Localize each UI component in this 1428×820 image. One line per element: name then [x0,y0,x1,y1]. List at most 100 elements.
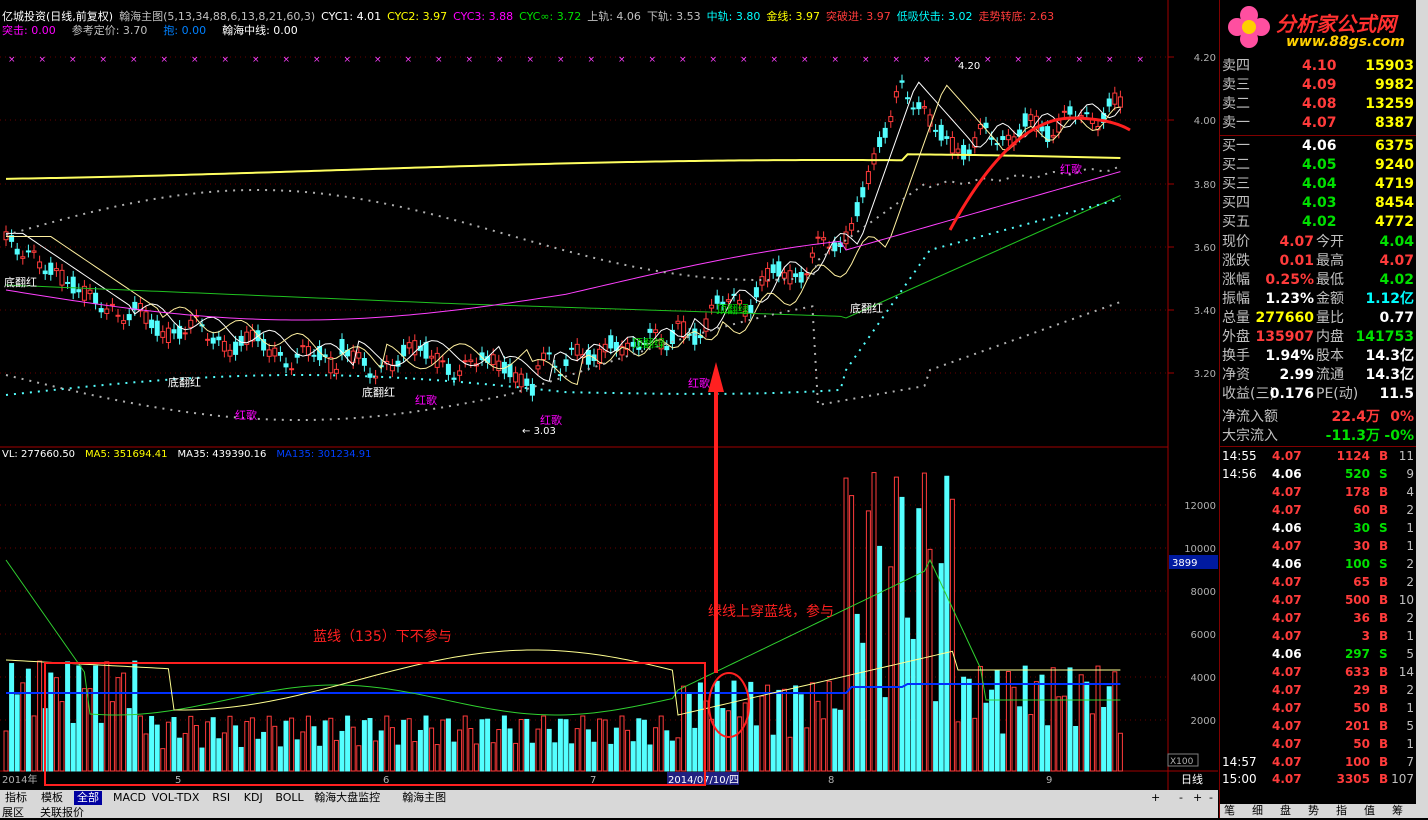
tick-row: 4.07 50 B 1 [1220,735,1416,753]
volume-bar [468,727,474,772]
tick-row: 4.07 65 B 2 [1220,573,1416,591]
book-volume: 8454 [1375,195,1414,211]
volume-bar [832,708,838,772]
candle-body [1050,134,1056,138]
signal-x-marker: × [588,55,596,65]
tick-price: 4.07 [1272,701,1302,715]
bottom-tab[interactable]: 指 [1336,804,1347,818]
volume-bar [983,702,989,772]
candle-body [1000,136,1006,140]
volume-bar [485,718,491,772]
tab-8[interactable]: 翰海大盘监控 [311,791,383,805]
book-label: 买二 [1222,157,1250,173]
bottom-tab[interactable]: 盘 [1280,804,1291,818]
quote-label: 换手 [1222,348,1250,364]
tab-6[interactable]: KDJ [241,791,266,805]
status-bar: 展区 关联报价 [0,806,1218,819]
tick-row: 14:55 4.07 1124 B 11 [1220,447,1416,465]
volume-bar [921,472,927,772]
volume-bar [14,694,20,772]
volume-bar [53,677,59,772]
book-price: 4.04 [1302,176,1337,192]
tab-5[interactable]: RSI [209,791,233,805]
bottom-tab[interactable]: 值 [1364,804,1375,818]
volume-bar [877,545,883,772]
tick-price: 4.07 [1272,611,1302,625]
signal-x-marker: × [100,55,108,65]
signal-x-marker: × [618,55,626,65]
bottom-tab[interactable]: 筹 [1392,804,1403,818]
annotation-arrow-head [708,362,724,392]
tick-side: B [1379,629,1389,643]
tick-time: 15:00 [1222,772,1257,786]
candle-body [905,97,911,100]
candle-body [546,352,552,355]
tab-0[interactable]: 指标 [2,791,30,805]
volume-bar [910,638,916,772]
time-axis-label: 9 [1046,775,1052,786]
volume-bar [949,498,955,772]
candle-body [1078,115,1084,118]
tab-2[interactable]: 全部 [74,791,102,805]
kline-chart-area[interactable]: 4.20 4.00 3.80 3.60 3.40 3.20 12000 10000 8000 60… [0,0,1218,790]
candle-body [205,338,211,341]
price-axis-label: 3.80 [1194,180,1216,191]
flow-value: 22.4万 [1331,409,1380,425]
quote-value: 1.94% [1265,348,1314,364]
tick-price: 4.06 [1272,521,1302,535]
volume-bar [647,744,653,772]
candle-body [367,373,373,378]
bottom-tab[interactable]: 笔 [1224,804,1235,818]
tab-7[interactable]: BOLL [272,791,306,805]
volume-bar [501,715,507,772]
volume-bar [1106,686,1112,772]
tick-volume: 1124 [1336,449,1370,463]
tick-count: 1 [1406,701,1414,715]
quote-row: 收益(三) 0.176 PE(动) 11.5 [1220,385,1416,404]
candle-body [933,129,939,132]
volume-axis-label: 8000 [1191,587,1216,598]
scroll-button[interactable]: - [1176,791,1186,805]
volume-bar [445,718,451,772]
tab-4[interactable]: VOL-TDX [149,791,203,805]
tick-volume: 100 [1344,755,1370,769]
candle-body [300,345,306,348]
tick-row: 4.07 50 B 1 [1220,699,1416,717]
scroll-button[interactable]: + [1148,791,1163,805]
tab-3[interactable]: MACD [110,791,149,805]
header-item: 亿城投资(日线,前复权) [2,10,114,23]
volume-bar [692,727,698,772]
price-axis-label: 4.00 [1194,116,1216,127]
candle-body [272,347,278,357]
candle-body [513,372,519,383]
candle-body [406,342,412,349]
scroll-button[interactable]: - [1206,791,1216,805]
book-label: 卖四 [1222,58,1250,74]
flow-pct: 0% [1390,409,1414,425]
signal-label: 红歌 [1060,162,1082,176]
candle-body [787,270,793,285]
candle-body [916,102,922,110]
volume-bar [709,718,715,772]
volume-bar [31,715,37,772]
scroll-button[interactable]: + [1190,791,1205,805]
bottom-tab[interactable]: 势 [1308,804,1319,818]
candle-body [356,352,362,359]
kline-chart-svg[interactable]: 4.20 4.00 3.80 3.60 3.40 3.20 12000 10000 8000 60… [0,0,1218,790]
candle-body [709,304,715,309]
volume-bar [115,677,121,772]
quote-label: 涨跌 [1222,253,1250,269]
tab-1[interactable]: 模板 [38,791,66,805]
tick-price: 4.07 [1272,755,1302,769]
candle-body [563,359,569,366]
quote-row: 振幅 1.23% 金额 1.12亿 [1220,290,1416,309]
volume-bars [3,472,1123,772]
volume-bar [1061,695,1067,772]
candle-body [664,345,670,351]
tab-9[interactable]: 翰海主图 [399,791,449,805]
tick-side: S [1379,647,1388,661]
tick-row: 4.07 60 B 2 [1220,501,1416,519]
volume-bar [557,718,563,772]
bottom-tab[interactable]: 细 [1252,804,1263,818]
right-scroll-strip[interactable] [1416,0,1428,818]
